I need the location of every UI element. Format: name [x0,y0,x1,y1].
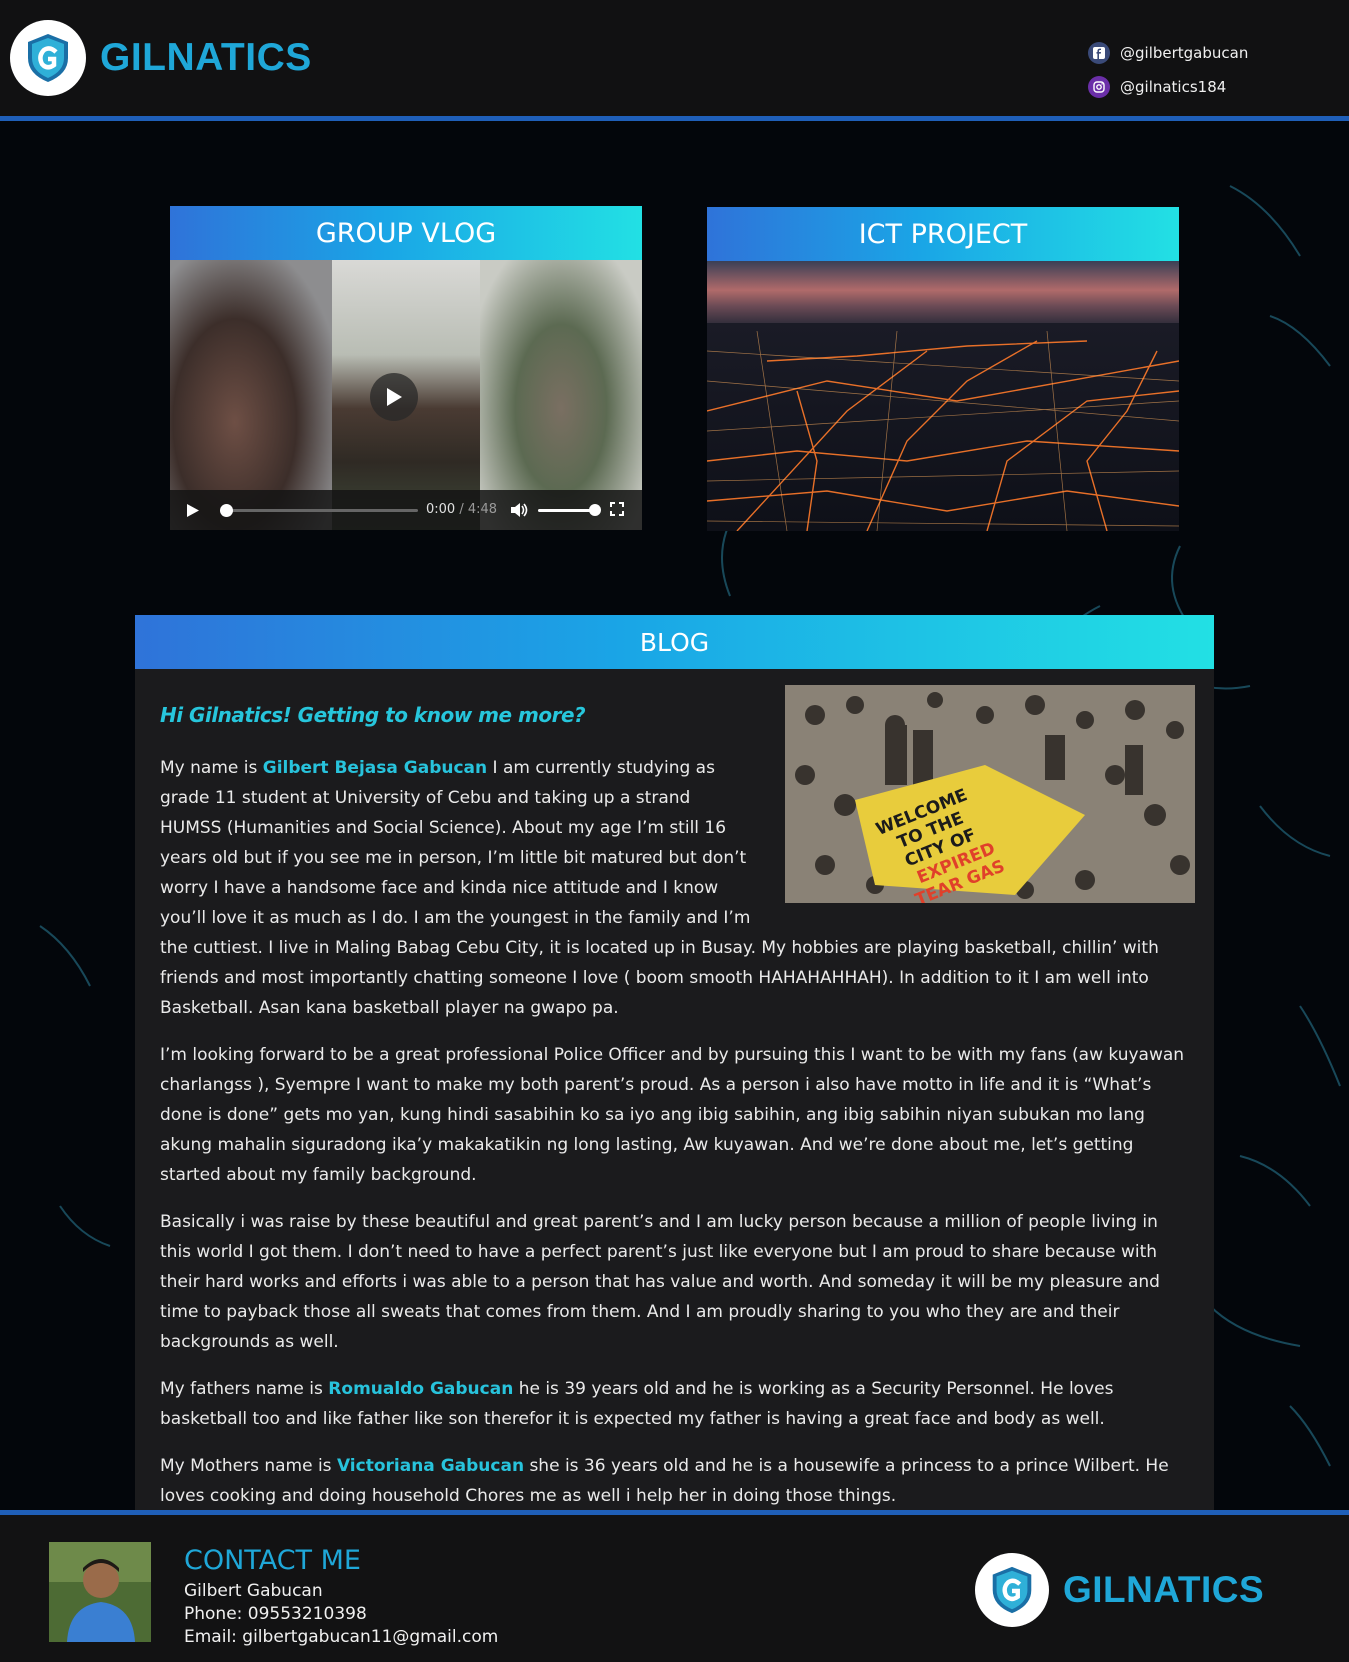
time-duration: 4:48 [467,502,498,517]
p1-text-a: My name is [160,758,263,778]
shield-logo-icon [10,20,86,96]
instagram-handle: @gilnatics184 [1120,78,1227,96]
contact-name: Gilbert Gabucan [184,1581,323,1601]
instagram-link[interactable]: @gilnatics184 [1088,70,1248,104]
avatar [49,1542,151,1642]
contact-title: CONTACT ME [184,1545,361,1576]
play-icon[interactable] [186,503,200,522]
header-logo[interactable]: GILNATICS [10,20,312,96]
site-footer: CONTACT ME Gilbert Gabucan Phone: 095532… [0,1510,1349,1662]
blog-paragraph-4: My fathers name is Romualdo Gabucan he i… [160,1374,1189,1434]
shield-logo-icon [975,1553,1049,1627]
contact-email[interactable]: Email: gilbertgabucan11@gmail.com [184,1626,498,1649]
progress-knob[interactable] [220,504,233,517]
video-controls: 0:00 / 4:48 [170,490,642,530]
group-vlog-title: GROUP VLOG [170,206,642,260]
group-vlog-card: GROUP VLOG 0:00 / 4:48 [170,206,642,530]
blog-title: BLOG [135,615,1214,669]
video-progress-bar[interactable] [220,504,418,517]
p1-highlight-name: Gilbert Bejasa Gabucan [262,758,488,778]
fullscreen-icon[interactable] [610,502,624,520]
p5-text-a: My Mothers name is [160,1456,337,1476]
ict-project-card: ICT PROJECT [707,207,1179,531]
footer-brand-name: GILNATICS [1063,1569,1265,1610]
site-header: GILNATICS @gilbertgabucan @gilnatics184 [0,0,1349,121]
facebook-icon [1088,42,1110,64]
protest-photo[interactable]: WELCOME TO THE CITY OF EXPIRED TEAR GAS [785,685,1195,903]
volume-slider[interactable] [538,504,601,516]
blog-paragraph-3: Basically i was raise by these beautiful… [160,1212,1160,1352]
brand-name: GILNATICS [100,36,312,79]
contact-phone[interactable]: Phone: 09553210398 [184,1603,498,1626]
p5-highlight-name: Victoriana Gabucan [336,1456,525,1476]
volume-icon[interactable] [510,502,528,522]
blog-paragraph-5: My Mothers name is Victoriana Gabucan sh… [160,1451,1189,1511]
volume-knob[interactable] [589,504,601,516]
footer-logo[interactable]: GILNATICS [975,1553,1264,1627]
social-links: @gilbertgabucan @gilnatics184 [1088,36,1248,104]
vlog-video-player[interactable]: 0:00 / 4:48 [170,260,642,530]
time-current: 0:00 [426,502,456,517]
big-play-button[interactable] [370,373,418,421]
blog-paragraph-2: I’m looking forward to be a great profes… [160,1045,1185,1185]
ict-project-title: ICT PROJECT [707,207,1179,261]
instagram-icon [1088,76,1110,98]
facebook-handle: @gilbertgabucan [1120,44,1249,62]
p4-text-a: My fathers name is [160,1379,329,1399]
p4-highlight-name: Romualdo Gabucan [328,1379,514,1399]
video-time: 0:00 / 4:48 [426,502,497,517]
time-separator: / [455,502,468,517]
facebook-link[interactable]: @gilbertgabucan [1088,36,1248,70]
contact-info: CONTACT ME Gilbert Gabucan Phone: 095532… [184,1545,498,1649]
blog-body: WELCOME TO THE CITY OF EXPIRED TEAR GAS … [135,669,1214,1548]
city-night-image[interactable] [707,261,1179,531]
blog-section: BLOG WELCOME TO THE CITY OF EXPIRED TEAR… [135,615,1214,1548]
